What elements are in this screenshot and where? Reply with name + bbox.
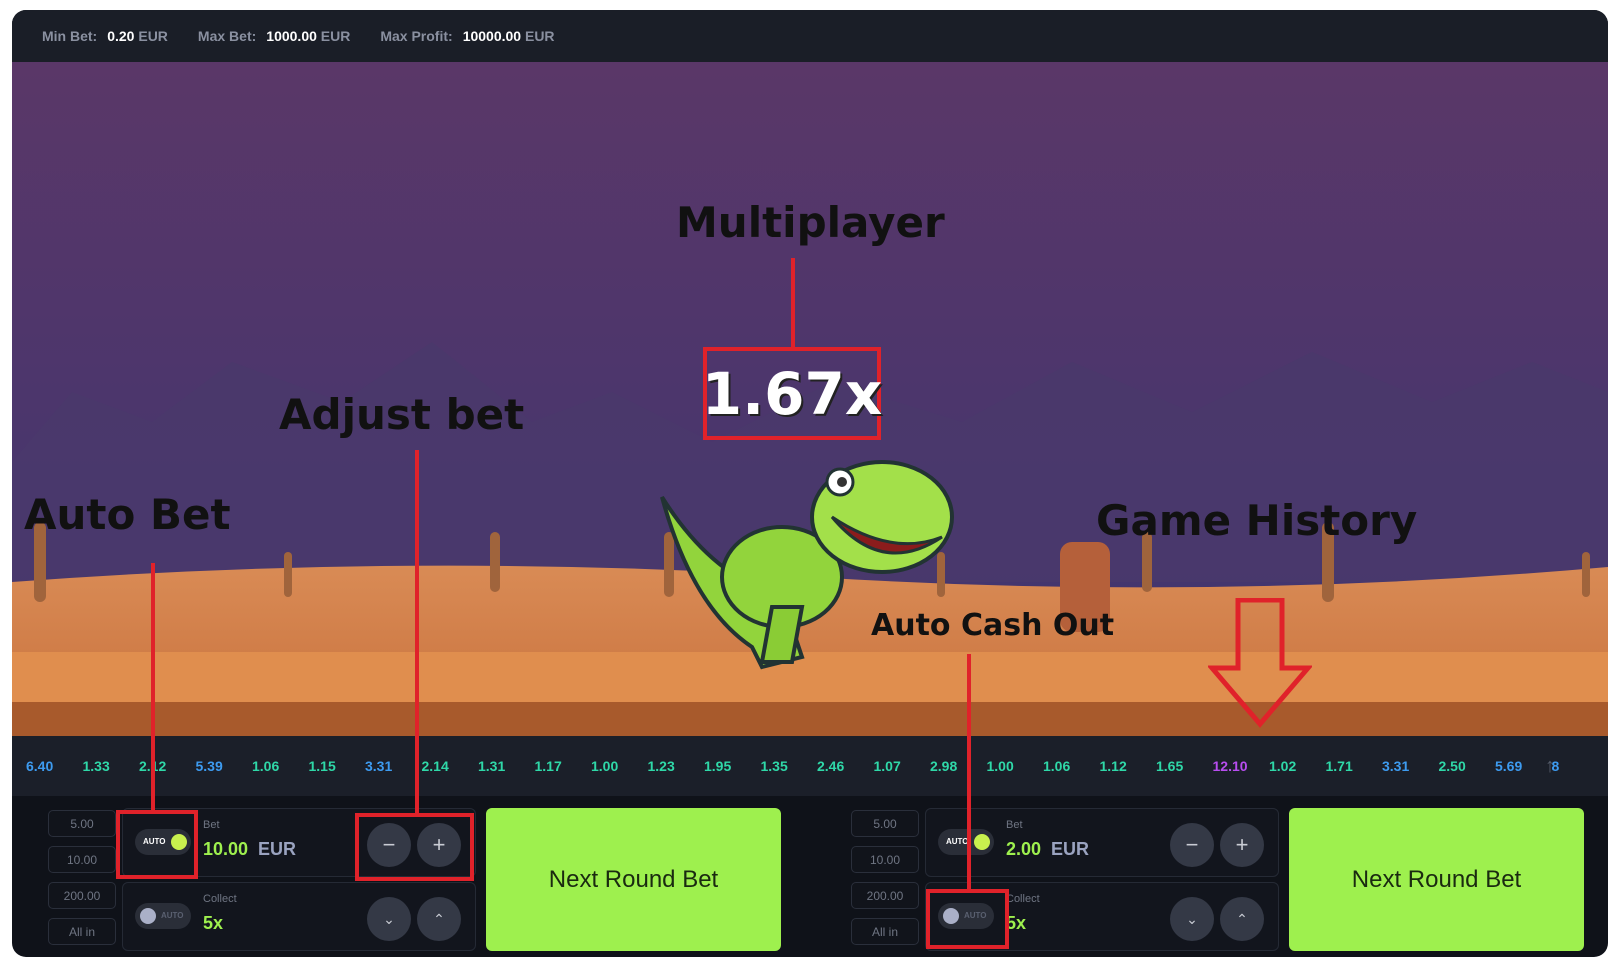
annotation-line: [967, 654, 971, 890]
history-multiplier: 1.00: [986, 758, 1014, 774]
bet-box: AUTO Bet 2.00 EUR − +: [925, 808, 1279, 877]
annotation-auto-cash-out: Auto Cash Out: [871, 608, 1115, 643]
adjust-bet-highlight: [355, 813, 474, 881]
max-profit-value: 10000.00 EUR: [462, 28, 555, 44]
history-multiplier: 1.71: [1325, 758, 1353, 774]
arrow-down-icon: [1208, 598, 1312, 728]
min-bet-label: Min Bet:: [42, 28, 98, 44]
history-multiplier: 5.69: [1495, 758, 1523, 774]
preset-bet-button[interactable]: All in: [48, 918, 116, 945]
history-multiplier: 2.98: [930, 758, 958, 774]
history-multiplier: 5.39: [195, 758, 223, 774]
min-bet-value: 0.20 EUR: [107, 28, 168, 44]
increase-bet-button[interactable]: +: [1220, 823, 1264, 867]
auto-bet-highlight: [116, 810, 198, 879]
annotation-game-history: Game History: [1096, 496, 1418, 545]
bet-amount: 10.00 EUR: [203, 839, 297, 859]
next-round-bet-button[interactable]: Next Round Bet: [486, 808, 781, 951]
history-multiplier: 3.31: [1382, 758, 1410, 774]
chevron-down-icon[interactable]: ⌄: [1170, 897, 1214, 941]
collect-label: Collect: [203, 893, 237, 905]
history-multiplier: 1.65: [1156, 758, 1184, 774]
history-multiplier: 2.46: [817, 758, 845, 774]
auto-bet-toggle[interactable]: AUTO: [938, 829, 994, 855]
history-multiplier: 1.02: [1269, 758, 1297, 774]
preset-bet-button[interactable]: 10.00: [48, 846, 116, 873]
game-history-bar: 6.40 1.33 2.125.39 1.06 1.15 3.31 2.14 1.31 1.17…: [12, 736, 1608, 796]
annotation-line: [151, 563, 155, 811]
history-multiplier: 12.10: [1212, 758, 1248, 774]
chevron-up-icon[interactable]: ⌃: [1220, 897, 1264, 941]
bet-amount: 2.00 EUR: [1006, 839, 1090, 859]
history-multiplier: 1.23: [647, 758, 675, 774]
chevron-down-icon[interactable]: ⌄: [367, 897, 411, 941]
collect-box: AUTO Collect 5x ⌄ ⌃: [122, 882, 476, 951]
multiplier-box: 1.67x: [701, 347, 883, 440]
annotation-line: [791, 258, 795, 348]
history-multiplier: 1.07: [873, 758, 901, 774]
collect-label: Collect: [1006, 893, 1040, 905]
limits-bar: Min Bet: 0.20 EUR Max Bet: 1000.00 EUR M…: [12, 10, 1608, 62]
history-multiplier: 1.17: [534, 758, 562, 774]
multiplier-value: 1.67x: [701, 359, 883, 428]
history-multiplier: 1.35: [760, 758, 788, 774]
preset-bet-button[interactable]: 5.00: [851, 810, 919, 837]
preset-bet-button[interactable]: 200.00: [851, 882, 919, 909]
history-multiplier: 1.31: [478, 758, 506, 774]
history-multiplier: 3.31: [365, 758, 393, 774]
preset-bet-button[interactable]: All in: [851, 918, 919, 945]
preset-bet-button[interactable]: 200.00: [48, 882, 116, 909]
history-multiplier: 1.06: [1043, 758, 1071, 774]
max-bet-value: 1000.00 EUR: [266, 28, 351, 44]
history-multiplier: 6.40: [26, 758, 54, 774]
decrease-bet-button[interactable]: −: [1170, 823, 1214, 867]
chevron-up-icon[interactable]: ⌃: [417, 897, 461, 941]
bet-label: Bet: [203, 819, 220, 831]
preset-bet-button[interactable]: 5.00: [48, 810, 116, 837]
annotation-line: [415, 450, 419, 813]
history-multiplier: 2.14: [421, 758, 449, 774]
history-multiplier: 2.12: [139, 758, 196, 774]
history-multiplier: 1.12: [1099, 758, 1127, 774]
annotation-multiplier: Multiplayer: [676, 198, 945, 247]
history-multiplier: 1.33: [82, 758, 110, 774]
preset-bet-button[interactable]: 10.00: [851, 846, 919, 873]
next-round-bet-button[interactable]: Next Round Bet: [1289, 808, 1584, 951]
collect-value: 5x: [203, 913, 224, 933]
annotation-auto-bet: Auto Bet: [24, 490, 231, 539]
history-multiplier: 2.50: [1438, 758, 1466, 774]
history-multiplier: 1.06: [252, 758, 280, 774]
annotation-adjust-bet: Adjust bet: [279, 390, 525, 439]
history-multiplier: 1.00: [591, 758, 619, 774]
history-multiplier: 1.15: [308, 758, 336, 774]
collect-value: 5x: [1006, 913, 1027, 933]
history-multiplier: 1.95: [704, 758, 732, 774]
max-bet-label: Max Bet:: [197, 28, 257, 44]
auto-cash-out-toggle[interactable]: AUTO: [135, 903, 191, 929]
max-profit-label: Max Profit:: [380, 28, 453, 44]
game-window: Min Bet: 0.20 EUR Max Bet: 1000.00 EUR M…: [12, 10, 1608, 957]
bet-label: Bet: [1006, 819, 1023, 831]
expand-history-icon[interactable]: ↑: [1545, 755, 1602, 778]
auto-cash-out-highlight: [926, 889, 1009, 949]
